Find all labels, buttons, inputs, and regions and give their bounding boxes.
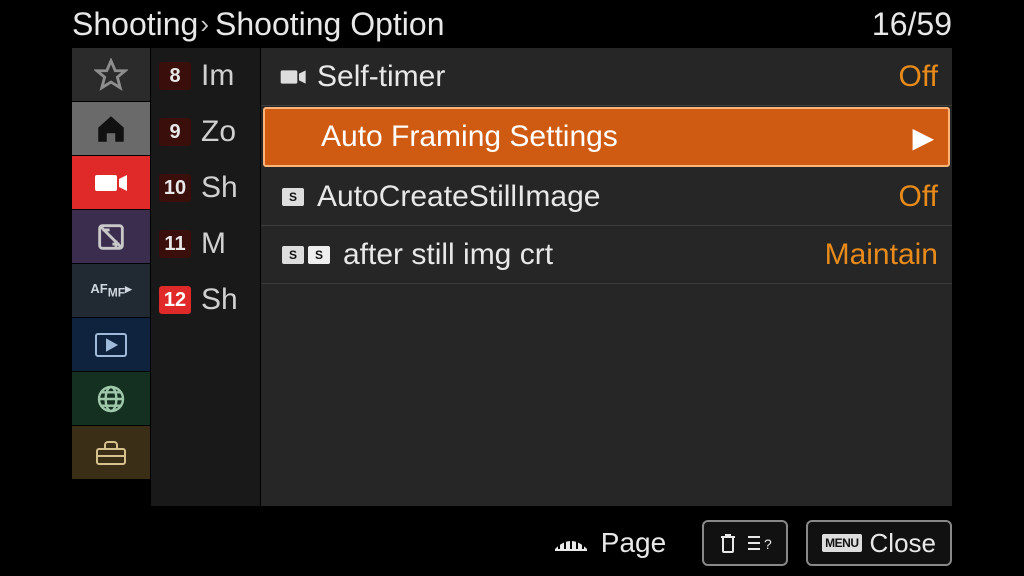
sidebar: AFMF▸: [72, 48, 150, 506]
section-label: Sh: [201, 171, 238, 205]
sg-s-icon: SS: [271, 246, 343, 264]
network-tab[interactable]: [72, 372, 150, 426]
breadcrumb-leaf: Shooting Option: [215, 6, 445, 43]
exposure-tab[interactable]: [72, 210, 150, 264]
help-button[interactable]: ?: [702, 520, 788, 566]
section-badge: 10: [159, 174, 191, 202]
section-label: Zo: [201, 115, 236, 149]
section-item[interactable]: 8 Im: [151, 48, 260, 104]
section-list: 8 Im 9 Zo 10 Sh 11 M 12 Sh: [150, 48, 260, 506]
toolbox-icon: [94, 439, 128, 467]
option-self-timer[interactable]: Self-timer Off: [261, 48, 952, 106]
video-icon: [93, 171, 129, 195]
option-value: Off: [899, 180, 938, 214]
list-help-icon: ?: [746, 533, 772, 553]
section-badge: 12: [159, 286, 191, 314]
section-item[interactable]: 12 Sh: [151, 272, 260, 328]
section-badge: 11: [159, 230, 191, 258]
focus-tab[interactable]: AFMF▸: [72, 264, 150, 318]
section-badge: 9: [159, 118, 191, 146]
menu-chip-icon: MENU: [822, 534, 861, 552]
option-after-still-img[interactable]: SS after still img crt Maintain: [261, 226, 952, 284]
close-label: Close: [870, 528, 936, 559]
section-badge: 8: [159, 62, 191, 90]
breadcrumb-root[interactable]: Shooting: [72, 6, 198, 43]
bottom-bar: Page ? MENU Close: [72, 514, 952, 572]
star-icon: [94, 58, 128, 92]
right-margin: [952, 48, 1024, 506]
section-item[interactable]: 11 M: [151, 216, 260, 272]
home-tab[interactable]: [72, 102, 150, 156]
page-counter: 16/59: [872, 6, 952, 43]
dial-icon: [549, 531, 593, 555]
option-value: Maintain: [825, 238, 938, 272]
trash-icon: [718, 532, 738, 554]
globe-icon: [95, 383, 127, 415]
setup-tab[interactable]: [72, 426, 150, 480]
option-label: AutoCreateStillImage: [317, 180, 899, 214]
section-item[interactable]: 10 Sh: [151, 160, 260, 216]
close-button[interactable]: MENU Close: [806, 520, 952, 566]
afmf-icon: AFMF▸: [90, 283, 131, 299]
section-label: Sh: [201, 283, 238, 317]
breadcrumb: Shooting › Shooting Option 16/59: [72, 2, 952, 46]
play-icon: [94, 332, 128, 358]
option-label: after still img crt: [343, 238, 825, 272]
option-auto-create-still[interactable]: S AutoCreateStillImage Off: [261, 168, 952, 226]
playback-tab[interactable]: [72, 318, 150, 372]
chevron-right-icon: ▶: [912, 121, 934, 154]
chevron-right-icon: ›: [200, 9, 209, 40]
option-value: Off: [899, 60, 938, 94]
left-margin: [0, 48, 72, 506]
section-label: M: [201, 227, 226, 261]
sg-icon: S: [271, 188, 317, 206]
option-label: Self-timer: [317, 60, 899, 94]
movie-icon: [271, 67, 317, 87]
options-pane: Self-timer Off Auto Framing Settings ▶ S…: [260, 48, 952, 506]
option-auto-framing[interactable]: Auto Framing Settings ▶: [263, 107, 950, 167]
section-label: Im: [201, 59, 234, 93]
home-icon: [94, 112, 128, 146]
section-item[interactable]: 9 Zo: [151, 104, 260, 160]
svg-text:?: ?: [764, 536, 772, 552]
option-label: Auto Framing Settings: [321, 120, 904, 154]
page-label: Page: [601, 527, 666, 559]
exposure-icon: [94, 220, 128, 254]
favorites-tab[interactable]: [72, 48, 150, 102]
page-hint: Page: [549, 527, 666, 559]
movie-tab[interactable]: [72, 156, 150, 210]
